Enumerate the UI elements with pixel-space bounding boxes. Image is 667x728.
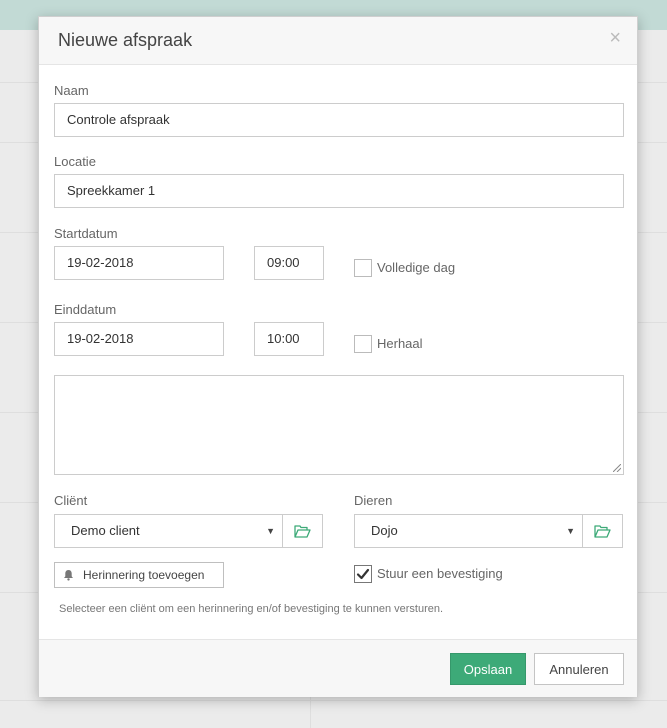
add-reminder-button[interactable]: Herinnering toevoegen (54, 562, 224, 588)
start-date-input[interactable]: 19-02-2018 (54, 246, 224, 280)
save-button[interactable]: Opslaan (450, 653, 526, 685)
location-input[interactable]: Spreekkamer 1 (54, 174, 624, 208)
end-date-label: Einddatum (54, 302, 117, 317)
help-text: Selecteer een cliënt om een herinnering … (59, 603, 444, 615)
send-confirmation-checkbox[interactable] (354, 565, 372, 583)
name-input[interactable]: Controle afspraak (54, 103, 624, 137)
dialog-footer: Opslaan Annuleren (39, 639, 637, 697)
animals-label: Dieren (354, 493, 393, 508)
all-day-checkbox[interactable] (354, 259, 372, 277)
dialog-header: Nieuwe afspraak × (39, 17, 637, 65)
resize-grip-icon[interactable] (613, 464, 621, 472)
chevron-down-icon: ▼ (566, 526, 575, 536)
end-date-input[interactable]: 19-02-2018 (54, 322, 224, 356)
location-label: Locatie (54, 154, 96, 169)
add-reminder-label: Herinnering toevoegen (83, 568, 205, 582)
name-label: Naam (54, 83, 89, 98)
bell-icon (64, 570, 73, 581)
client-folder-button[interactable] (282, 514, 323, 548)
send-confirmation-label: Stuur een bevestiging (377, 566, 503, 581)
client-label: Cliënt (54, 493, 88, 508)
folder-open-icon (594, 524, 611, 538)
animals-folder-button[interactable] (582, 514, 623, 548)
close-icon[interactable]: × (609, 28, 621, 48)
start-date-label: Startdatum (54, 226, 118, 241)
all-day-label: Volledige dag (377, 260, 456, 275)
cancel-button[interactable]: Annuleren (534, 653, 624, 685)
repeat-label: Herhaal (377, 336, 423, 351)
new-appointment-dialog: Nieuwe afspraak × Naam Controle afspraak… (38, 16, 638, 697)
chevron-down-icon: ▼ (266, 526, 275, 536)
folder-open-icon (294, 524, 311, 538)
repeat-checkbox[interactable] (354, 335, 372, 353)
start-time-input[interactable]: 09:00 (254, 246, 324, 280)
client-select-value: Demo client (71, 523, 140, 538)
animals-select[interactable]: Dojo ▼ (354, 514, 583, 548)
end-time-input[interactable]: 10:00 (254, 322, 324, 356)
dialog-title: Nieuwe afspraak (58, 30, 193, 50)
animals-select-value: Dojo (371, 523, 398, 538)
notes-textarea[interactable] (54, 375, 624, 475)
checkmark-icon (356, 568, 370, 580)
client-select[interactable]: Demo client ▼ (54, 514, 283, 548)
